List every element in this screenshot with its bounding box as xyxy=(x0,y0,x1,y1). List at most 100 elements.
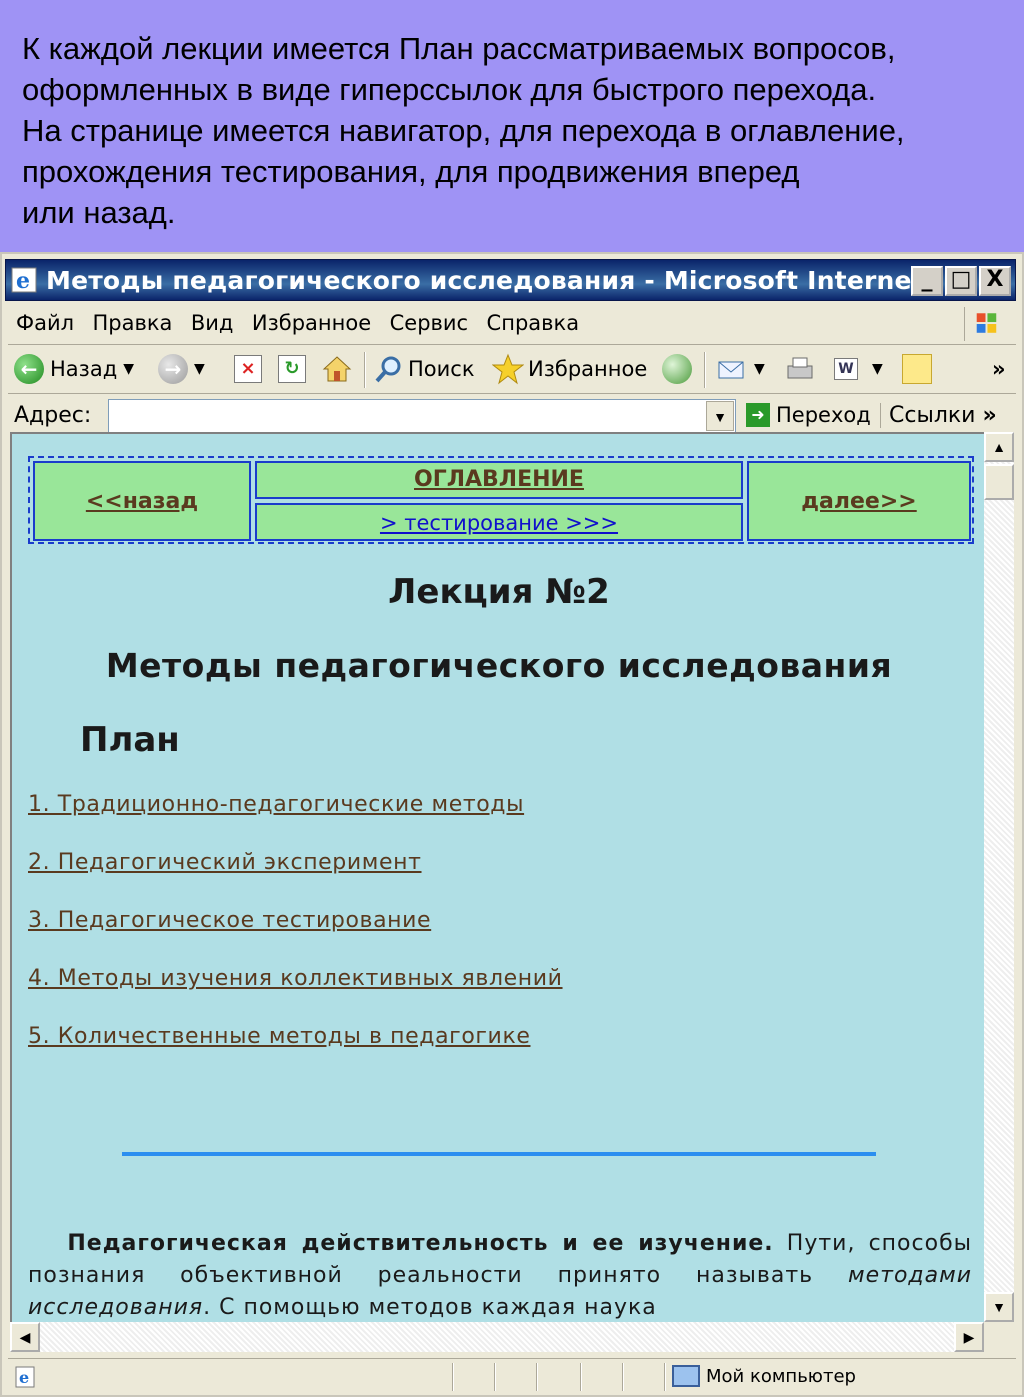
scroll-down-button[interactable]: ▼ xyxy=(984,1292,1014,1322)
go-button[interactable]: ➜ Переход xyxy=(746,403,871,427)
status-bar: e Мой компьютер xyxy=(8,1358,1016,1394)
vertical-scrollbar[interactable]: ▲ ▼ xyxy=(984,432,1014,1322)
menu-bar: Файл Правка Вид Избранное Сервис Справка xyxy=(8,303,1016,345)
address-label: Адрес: xyxy=(14,403,92,428)
browser-window: e Методы педагогического исследования - … xyxy=(0,252,1024,1397)
status-divider xyxy=(452,1363,454,1391)
status-divider xyxy=(622,1363,624,1391)
plan-item-link[interactable]: 4. Методы изучения коллективных явлений xyxy=(28,966,563,1024)
mail-button[interactable]: ▼ xyxy=(716,352,765,386)
search-label: Поиск xyxy=(408,357,475,381)
horizontal-rule xyxy=(122,1152,876,1156)
status-divider xyxy=(536,1363,538,1391)
nav-toc-cell: ОГЛАВЛЕНИЕ xyxy=(255,461,743,499)
plan-item-link[interactable]: 1. Традиционно-педагогические методы xyxy=(28,792,563,850)
stop-button[interactable]: × xyxy=(234,352,262,386)
slide-caption: К каждой лекции имеется План рассматрива… xyxy=(0,0,1024,252)
back-label: Назад xyxy=(50,357,118,381)
toolbar-separator xyxy=(704,352,706,388)
nav-next-link[interactable]: далее>> xyxy=(801,489,916,514)
security-zone: Мой компьютер xyxy=(672,1365,856,1387)
ie-icon: e xyxy=(11,267,37,294)
scroll-thumb[interactable] xyxy=(984,464,1014,500)
chevron-down-icon[interactable]: ▼ xyxy=(872,361,883,377)
menu-view[interactable]: Вид xyxy=(191,311,234,335)
maximize-button[interactable]: □ xyxy=(945,266,977,296)
zone-label: Мой компьютер xyxy=(706,1365,856,1387)
status-divider xyxy=(494,1363,496,1391)
forward-button[interactable]: → ▼ xyxy=(158,352,205,386)
menu-file[interactable]: Файл xyxy=(16,311,74,335)
nav-test-cell: > тестирование >>> xyxy=(255,503,743,541)
mail-icon xyxy=(718,361,744,379)
nav-next-cell: далее>> xyxy=(747,461,971,541)
back-button[interactable]: ← Назад ▼ xyxy=(14,352,134,386)
go-arrow-icon: ➜ xyxy=(746,403,770,427)
home-button[interactable] xyxy=(322,352,352,386)
home-icon xyxy=(322,356,352,382)
menu-help[interactable]: Справка xyxy=(487,311,580,335)
plan-item-link[interactable]: 2. Педагогический эксперимент xyxy=(28,850,563,908)
word-icon: W xyxy=(834,358,858,380)
plan-item-link[interactable]: 5. Количественные методы в педагогике xyxy=(28,1024,563,1082)
page-navigator: <<назад ОГЛАВЛЕНИЕ > тестирование >>> да… xyxy=(28,456,974,544)
svg-text:e: e xyxy=(16,268,30,294)
forward-arrow-icon: → xyxy=(158,354,188,384)
window-title: Методы педагогического исследования - Mi… xyxy=(46,266,953,295)
address-dropdown-button[interactable]: ▼ xyxy=(706,401,734,431)
chevron-down-icon[interactable]: ▼ xyxy=(754,361,765,377)
status-divider xyxy=(580,1363,582,1391)
plan-item-link[interactable]: 3. Педагогическое тестирование xyxy=(28,908,563,966)
page-viewport: <<назад ОГЛАВЛЕНИЕ > тестирование >>> да… xyxy=(10,432,984,1322)
title-bar[interactable]: e Методы педагогического исследования - … xyxy=(5,259,1016,301)
svg-text:e: e xyxy=(19,1368,29,1387)
links-label: Ссылки xyxy=(889,403,976,428)
notes-button[interactable] xyxy=(902,352,932,386)
edit-button[interactable]: W ▼ xyxy=(834,352,883,386)
favorites-button[interactable]: Избранное xyxy=(492,352,647,386)
refresh-button[interactable]: ↻ xyxy=(278,352,306,386)
close-button[interactable]: X xyxy=(979,266,1011,296)
go-label: Переход xyxy=(776,403,871,427)
history-icon xyxy=(662,354,692,384)
links-more-icon: » xyxy=(982,403,997,428)
horizontal-scrollbar[interactable]: ◀ ▶ xyxy=(10,1322,984,1352)
plan-heading: План xyxy=(80,720,180,760)
page-icon: e xyxy=(15,1366,35,1388)
printer-icon xyxy=(787,357,813,379)
topic-heading: Методы педагогического исследования xyxy=(105,646,893,685)
nav-back-cell: <<назад xyxy=(33,461,251,541)
scroll-right-button[interactable]: ▶ xyxy=(954,1322,984,1352)
computer-icon xyxy=(672,1365,700,1387)
lecture-heading: Лекция №2 xyxy=(388,572,610,612)
favorites-label: Избранное xyxy=(528,357,648,381)
print-button[interactable] xyxy=(784,352,816,386)
nav-back-link[interactable]: <<назад xyxy=(86,489,198,514)
links-button[interactable]: Ссылки » xyxy=(880,403,997,428)
address-bar: Адрес: ▼ ➜ Переход Ссылки » xyxy=(8,395,1016,437)
nav-test-link[interactable]: > тестирование >>> xyxy=(380,511,618,535)
address-input[interactable] xyxy=(108,399,736,433)
scroll-left-button[interactable]: ◀ xyxy=(10,1322,40,1352)
chevron-down-icon[interactable]: ▼ xyxy=(194,361,205,377)
para-text: . С помощью методов каждая наука xyxy=(203,1295,657,1320)
nav-toc-link[interactable]: ОГЛАВЛЕНИЕ xyxy=(414,467,584,492)
menu-tools[interactable]: Сервис xyxy=(390,311,468,335)
search-button[interactable]: Поиск xyxy=(374,352,475,386)
minimize-button[interactable]: _ xyxy=(911,266,943,296)
intro-paragraph: Педагогическая действительность и ее изу… xyxy=(28,1228,972,1322)
search-icon xyxy=(375,356,401,383)
standard-toolbar: ← Назад ▼ → ▼ × ↻ Поиск Избранное ▼ W ▼ … xyxy=(8,346,1016,394)
menu-favorites[interactable]: Избранное xyxy=(252,311,371,335)
star-icon xyxy=(492,353,524,385)
toolbar-separator xyxy=(364,352,366,388)
menu-edit[interactable]: Правка xyxy=(92,311,172,335)
toolbar-more-button[interactable]: » xyxy=(992,352,1006,386)
note-icon xyxy=(902,354,932,384)
scroll-up-button[interactable]: ▲ xyxy=(984,432,1014,462)
history-button[interactable] xyxy=(662,352,692,386)
back-arrow-icon: ← xyxy=(14,354,44,384)
chevron-down-icon[interactable]: ▼ xyxy=(123,361,134,377)
status-divider xyxy=(664,1363,666,1391)
windows-logo-icon xyxy=(964,307,997,341)
